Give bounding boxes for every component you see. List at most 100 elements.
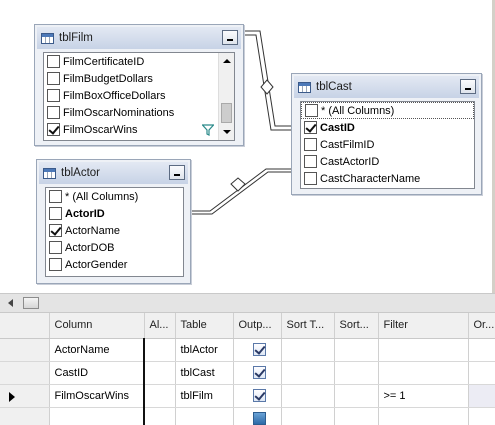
column-checkbox[interactable]	[304, 138, 317, 151]
column-row[interactable]: CastActorID	[301, 153, 474, 170]
criteria-grid[interactable]: Column Al... Table Outp... Sort T... Sor…	[0, 313, 495, 425]
column-checkbox[interactable]	[47, 55, 60, 68]
scroll-thumb[interactable]	[221, 103, 232, 123]
cell-sort-type[interactable]	[281, 384, 335, 408]
column-row[interactable]: ActorName	[46, 222, 183, 239]
column-list[interactable]: * (All Columns) CastID CastFilmID CastAc…	[300, 101, 475, 189]
column-checkbox[interactable]	[304, 155, 317, 168]
cell-output[interactable]	[233, 407, 282, 425]
table-box-actor[interactable]: tblActor * (All Columns) ActorID ActorNa…	[36, 159, 191, 284]
row-selector[interactable]	[0, 338, 50, 362]
column-checkbox[interactable]	[305, 104, 318, 117]
output-checkbox[interactable]	[252, 412, 266, 425]
output-checkbox[interactable]	[252, 343, 266, 356]
column-list[interactable]: * (All Columns) ActorID ActorName ActorD…	[45, 187, 184, 277]
cell-output[interactable]	[233, 338, 282, 362]
scroll-left-arrow-icon[interactable]	[8, 299, 13, 307]
column-row[interactable]: ActorGender	[46, 256, 183, 273]
minimize-button[interactable]	[460, 79, 476, 94]
cell-column[interactable]: CastID	[49, 361, 145, 385]
cell-table[interactable]: tblActor	[175, 338, 234, 362]
table-row[interactable]: CastID tblCast	[0, 361, 495, 385]
table-row[interactable]: FilmOscarWins tblFilm >= 1	[0, 384, 495, 408]
cell-sort-order[interactable]	[334, 361, 379, 385]
column-row[interactable]: FilmBoxOfficeDollars	[44, 87, 234, 104]
cell-sort-order[interactable]	[334, 338, 379, 362]
cell-column[interactable]	[49, 407, 145, 425]
cell-or[interactable]	[468, 361, 495, 385]
column-row[interactable]: FilmOscarWins	[44, 121, 234, 138]
column-row[interactable]: CastID	[301, 119, 474, 136]
minimize-button[interactable]	[169, 165, 185, 180]
cell-output[interactable]	[233, 361, 282, 385]
column-checkbox[interactable]	[49, 224, 62, 237]
column-header-sort-type[interactable]: Sort T...	[281, 313, 335, 339]
scroll-up-arrow-icon[interactable]	[219, 53, 234, 69]
scroll-thumb[interactable]	[23, 297, 39, 309]
table-header-film[interactable]: tblFilm	[37, 27, 241, 49]
column-header-output[interactable]: Outp...	[233, 313, 282, 339]
column-checkbox[interactable]	[47, 106, 60, 119]
output-checkbox[interactable]	[252, 389, 266, 402]
cell-table[interactable]	[175, 407, 234, 425]
cell-sort-order[interactable]	[334, 384, 379, 408]
cell-or[interactable]	[468, 407, 495, 425]
cell-column[interactable]: ActorName	[49, 338, 145, 362]
column-checkbox[interactable]	[47, 72, 60, 85]
cell-filter[interactable]	[378, 407, 469, 425]
column-header-or[interactable]: Or...	[468, 313, 495, 339]
cell-filter[interactable]	[378, 361, 469, 385]
cell-alias[interactable]	[143, 407, 176, 425]
column-row[interactable]: FilmOscarNominations	[44, 104, 234, 121]
table-header-actor[interactable]: tblActor	[39, 162, 188, 184]
diagram-pane[interactable]: tblFilm FilmCertificateID FilmBudgetDoll…	[0, 0, 495, 293]
vertical-scrollbar[interactable]	[218, 53, 234, 140]
column-checkbox[interactable]	[49, 241, 62, 254]
column-row[interactable]: FilmCertificateID	[44, 53, 234, 70]
column-checkbox[interactable]	[49, 190, 62, 203]
column-header-alias[interactable]: Al...	[144, 313, 176, 339]
horizontal-scrollbar[interactable]	[0, 293, 495, 313]
table-box-cast[interactable]: tblCast * (All Columns) CastID CastFilmI…	[291, 73, 482, 195]
table-box-film[interactable]: tblFilm FilmCertificateID FilmBudgetDoll…	[34, 24, 244, 146]
cell-sort-type[interactable]	[281, 407, 335, 425]
column-checkbox[interactable]	[47, 89, 60, 102]
column-row[interactable]: ActorDOB	[46, 239, 183, 256]
table-row[interactable]	[0, 407, 495, 425]
column-checkbox[interactable]	[304, 121, 317, 134]
column-row[interactable]: * (All Columns)	[301, 102, 474, 119]
column-checkbox[interactable]	[304, 172, 317, 185]
cell-filter[interactable]	[378, 338, 469, 362]
scroll-down-arrow-icon[interactable]	[219, 124, 234, 140]
row-selector[interactable]	[0, 407, 50, 425]
table-header-cast[interactable]: tblCast	[294, 76, 479, 98]
cell-output[interactable]	[233, 384, 282, 408]
cell-or[interactable]	[468, 384, 495, 408]
column-checkbox[interactable]	[49, 207, 62, 220]
row-selector[interactable]	[0, 384, 50, 408]
cell-or[interactable]	[468, 338, 495, 362]
column-header-column[interactable]: Column	[49, 313, 145, 339]
column-row[interactable]: ActorID	[46, 205, 183, 222]
column-header-sort-order[interactable]: Sort...	[334, 313, 379, 339]
table-row[interactable]: ActorName tblActor	[0, 338, 495, 362]
column-row[interactable]: CastCharacterName	[301, 170, 474, 187]
column-header-table[interactable]: Table	[175, 313, 234, 339]
cell-sort-order[interactable]	[334, 407, 379, 425]
column-row[interactable]: CastFilmID	[301, 136, 474, 153]
column-row[interactable]: * (All Columns)	[46, 188, 183, 205]
cell-alias[interactable]	[143, 384, 176, 408]
minimize-button[interactable]	[222, 30, 238, 45]
column-checkbox[interactable]	[49, 258, 62, 271]
column-row[interactable]: FilmBudgetDollars	[44, 70, 234, 87]
cell-table[interactable]: tblFilm	[175, 384, 234, 408]
cell-column[interactable]: FilmOscarWins	[49, 384, 145, 408]
column-header-filter[interactable]: Filter	[378, 313, 469, 339]
row-selector[interactable]	[0, 361, 50, 385]
column-checkbox[interactable]	[47, 123, 60, 136]
cell-sort-type[interactable]	[281, 338, 335, 362]
cell-table[interactable]: tblCast	[175, 361, 234, 385]
cell-filter[interactable]: >= 1	[378, 384, 469, 408]
column-list[interactable]: FilmCertificateID FilmBudgetDollars Film…	[43, 52, 235, 141]
cell-alias[interactable]	[143, 338, 176, 362]
